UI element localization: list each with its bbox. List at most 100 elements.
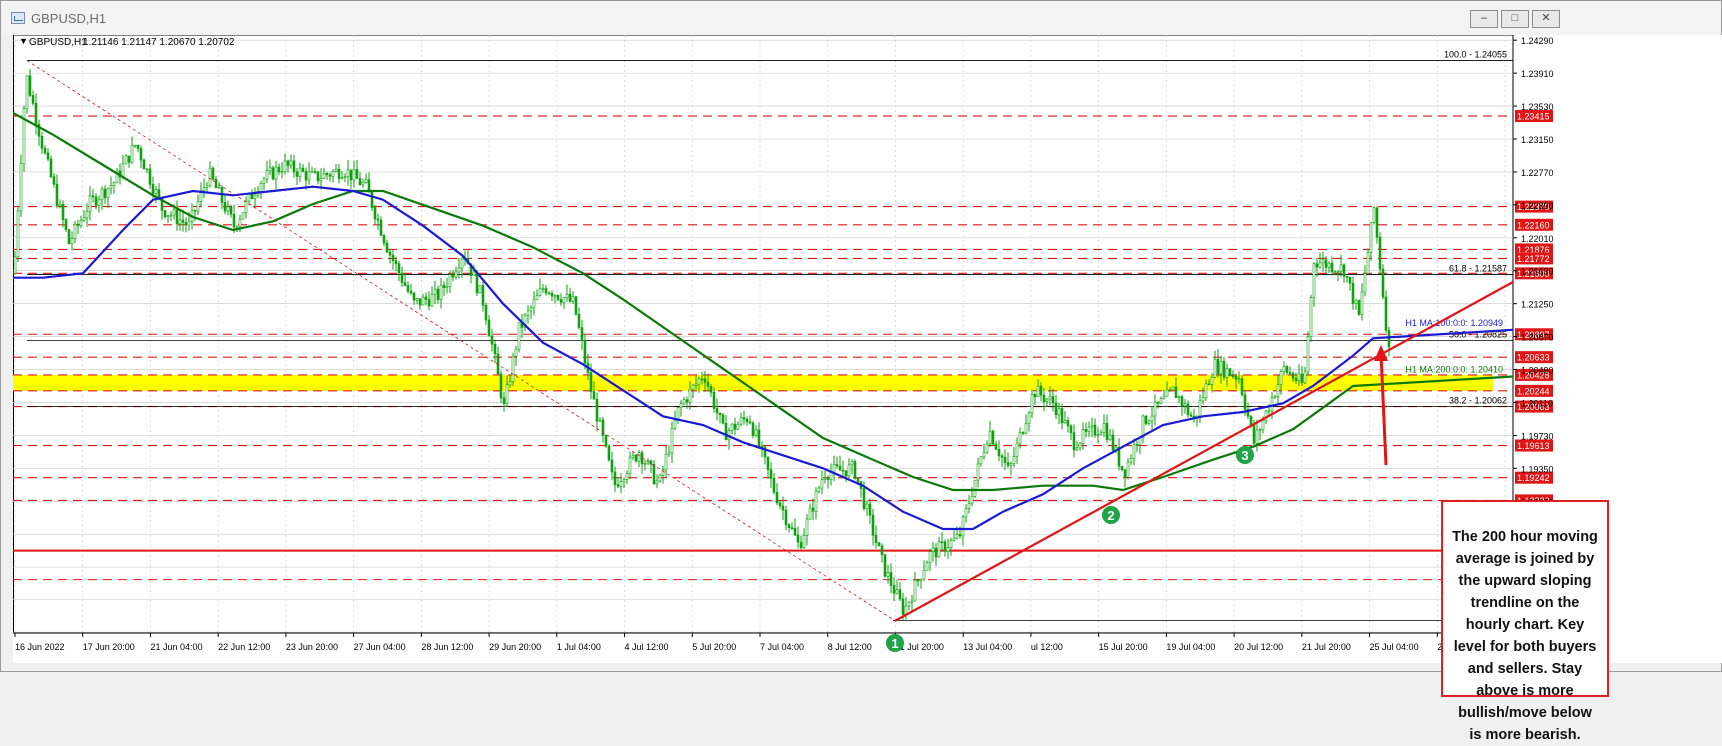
candle-body [715,408,719,414]
candle-body [1261,420,1265,431]
candle-body [817,487,821,492]
candle-body [301,167,305,172]
candle-body [1153,401,1157,417]
candle-body [334,168,338,172]
candle-body [1387,330,1391,348]
window-title: GBPUSD,H1 [31,11,107,26]
ma-200-label: H1 MA:200:0:0: 1.20410 [1405,364,1503,374]
candle-body [337,168,341,179]
candle-body [412,292,416,301]
time-tick-label: 21 Jul 20:00 [1302,642,1351,652]
candle-body [1189,414,1193,417]
candle-body [934,547,938,558]
minimize-button[interactable]: – [1470,10,1498,28]
candle-body [406,285,410,292]
candle-body [1111,434,1115,451]
key-level-tag-label: 1.21772 [1517,254,1550,264]
key-level-tag-label: 1.20244 [1517,386,1550,396]
candle-body [838,465,842,471]
candle-body [973,479,977,497]
candle-body [1102,422,1106,434]
price-tick-label: 1.23150 [1521,135,1554,145]
candle-body [712,392,716,409]
candle-body [1249,415,1253,425]
candle-body [667,452,671,455]
chart-window-icon [11,12,25,24]
candle-body [802,535,806,549]
candle-body [964,507,968,518]
time-tick-label: 25 Jul 04:00 [1370,642,1419,652]
candle-body [487,319,491,337]
candle-body [1309,297,1313,337]
candle-body [1120,465,1124,470]
candle-body [988,430,992,445]
candle-body [1006,462,1010,466]
candle-body [370,192,374,208]
candle-body [784,509,788,526]
candle-body [361,181,365,186]
candle-body [1321,259,1325,264]
candle-body [1267,410,1271,413]
candle-body [1213,358,1217,378]
candle-body [1285,366,1289,373]
candle-body [169,214,173,217]
candle-body [481,285,485,306]
candle-body [151,184,155,194]
candle-body [217,186,221,189]
candle-body [724,422,728,441]
candle-body [874,535,878,543]
candle-body [736,423,740,430]
candle-body [835,464,839,467]
candle-body [1210,377,1214,385]
candle-body [1219,360,1223,375]
candle-body [328,174,332,177]
candle-body [142,159,146,170]
candle-body [517,322,521,350]
candle-body [922,569,926,580]
price-tick-label: 1.21250 [1521,300,1554,310]
candle-body [379,219,383,236]
candle-body [385,242,389,253]
candle-body [778,502,782,507]
chart-area[interactable]: 1.23415 1.22370 1.22160 1.21876 1.21772 1.216… [12,34,1722,743]
candle-body [127,155,131,163]
candle-body [388,251,392,256]
candle-body [346,169,350,177]
fib-level-label: 38.2 - 1.20062 [1449,396,1507,406]
price-tick-label: 1.19730 [1521,431,1554,441]
candle-body [622,479,626,482]
candle-body [1171,386,1175,390]
candle-body [184,222,188,226]
candle-body [673,420,677,429]
candle-body [1003,456,1007,463]
maximize-button[interactable]: □ [1501,10,1529,28]
candle-body [709,386,713,393]
candle-body [238,218,242,228]
candle-body [1147,420,1151,424]
candle-body [1015,442,1019,457]
symbol-label: GBPUSD,H1 [29,37,87,48]
candle-body [364,179,368,183]
candle-body [1183,403,1187,407]
candle-body [1057,408,1061,416]
candle-body [607,445,611,461]
chart-collapse-triangle[interactable]: ▼ [19,36,28,46]
candle-body [403,282,407,286]
candle-body [1363,273,1367,293]
candle-body [265,170,269,180]
candle-body [856,478,860,482]
time-tick-label: 1 Jul 04:00 [557,642,601,652]
candle-body [769,469,773,479]
candle-body [721,414,725,424]
candle-body [757,429,761,447]
candle-body [316,171,320,182]
candle-body [490,335,494,345]
close-button[interactable]: ✕ [1532,10,1560,28]
candle-body [136,144,140,149]
candle-body [565,294,569,299]
candle-body [1042,394,1046,402]
candle-body [1177,396,1181,398]
candle-body [637,452,641,462]
candle-body [739,417,743,425]
candle-body [1051,396,1055,404]
